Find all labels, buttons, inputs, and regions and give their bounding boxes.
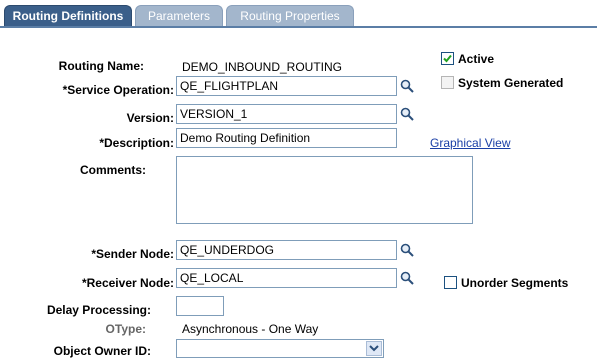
unorder-segments-label: Unorder Segments (461, 276, 569, 290)
object-owner-id-label: Object Owner ID: (53, 344, 151, 358)
sender-node-lookup-icon[interactable] (400, 243, 414, 257)
description-input[interactable] (176, 128, 397, 148)
object-owner-id-select[interactable] (176, 339, 384, 358)
routing-name-label: Routing Name: (58, 59, 144, 73)
receiver-node-input[interactable] (176, 268, 397, 288)
service-operation-lookup-icon[interactable] (400, 79, 414, 93)
service-operation-label: *Service Operation: (62, 83, 174, 97)
service-operation-input[interactable] (176, 76, 397, 96)
sender-node-label: *Sender Node: (91, 247, 174, 261)
sender-node-input[interactable] (176, 240, 397, 260)
version-label: Version: (126, 111, 174, 125)
delay-processing-label: Delay Processing: (46, 303, 151, 317)
chevron-down-icon (369, 345, 379, 352)
delay-processing-input[interactable] (176, 296, 224, 316)
routing-name-value: DEMO_INBOUND_ROUTING (182, 60, 343, 74)
tab-routing-definitions[interactable]: Routing Definitions (4, 5, 132, 26)
version-input[interactable] (176, 104, 397, 124)
active-label: Active (458, 52, 495, 66)
active-checkbox[interactable] (441, 52, 454, 65)
graphical-view-link[interactable]: Graphical View (430, 136, 510, 150)
version-lookup-icon[interactable] (400, 107, 414, 121)
system-generated-label: System Generated (458, 76, 564, 90)
comments-label: Comments: (79, 163, 146, 177)
system-generated-checkbox[interactable] (441, 76, 454, 89)
comments-textarea[interactable] (176, 156, 473, 224)
tab-parameters[interactable]: Parameters (135, 5, 223, 26)
tab-bar: Routing Definitions Parameters Routing P… (0, 0, 612, 28)
description-label: *Description: (99, 136, 174, 150)
dropdown-arrow-button[interactable] (366, 341, 382, 356)
check-icon (443, 54, 452, 63)
tab-underline (0, 26, 597, 28)
otype-value: Asynchronous - One Way (182, 322, 319, 336)
tab-routing-properties[interactable]: Routing Properties (226, 5, 354, 26)
receiver-node-label: *Receiver Node: (81, 276, 174, 290)
receiver-node-lookup-icon[interactable] (400, 271, 414, 285)
unorder-segments-checkbox[interactable] (444, 276, 457, 289)
otype-label: OType: (105, 322, 146, 336)
